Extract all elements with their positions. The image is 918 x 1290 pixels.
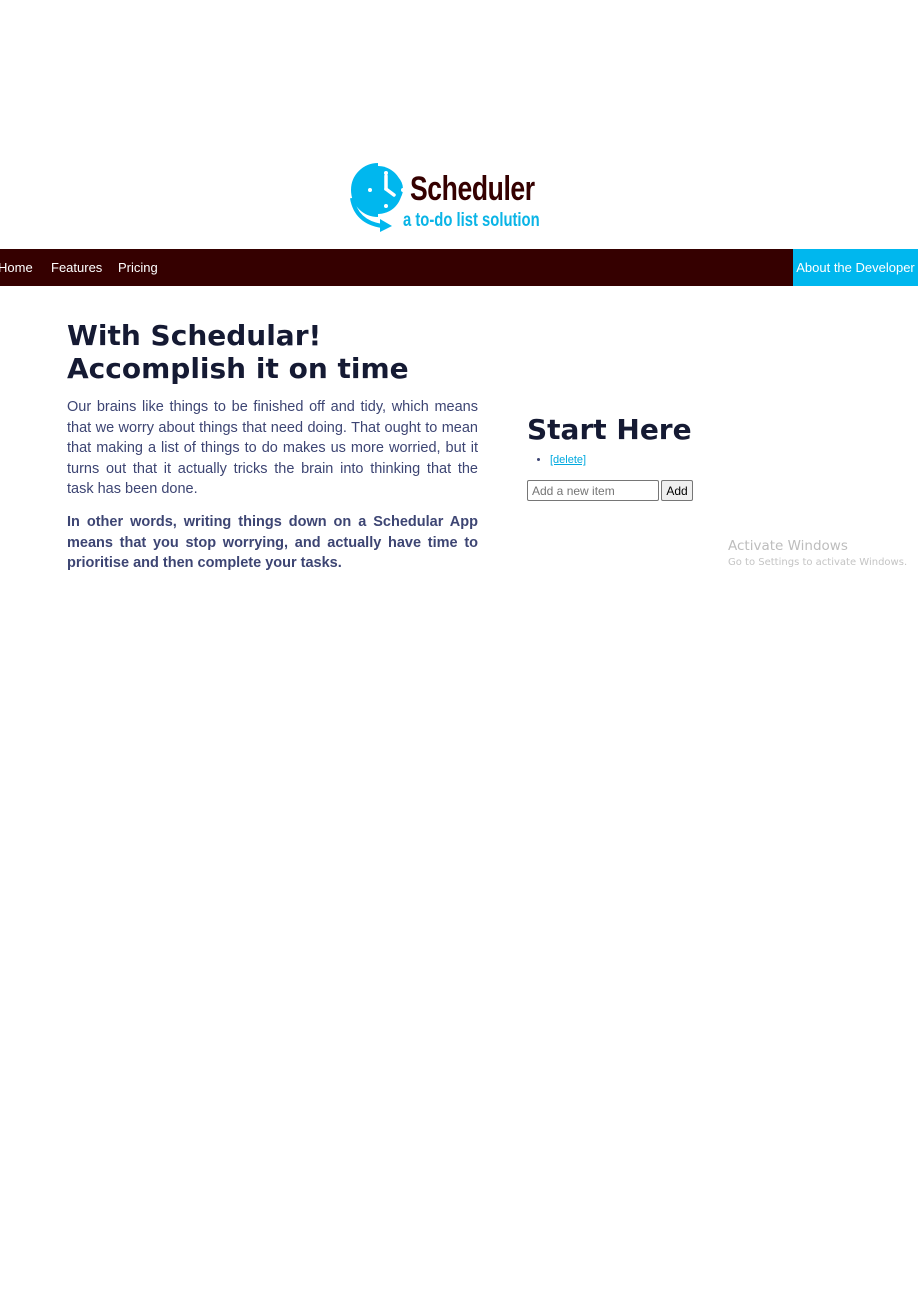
new-item-input[interactable] — [527, 480, 659, 501]
clock-icon — [350, 163, 405, 232]
main-navbar: Home Features Pricing About the Develope… — [0, 249, 918, 286]
hero-paragraph-1: Our brains like things to be finished of… — [67, 399, 478, 498]
logo[interactable]: Scheduler a to-do list solution — [346, 162, 552, 234]
nav-home-link[interactable]: Home — [0, 249, 33, 286]
logo-tagline: a to-do list solution — [403, 210, 540, 231]
hero-title: With Schedular! Accomplish it on time — [67, 319, 409, 385]
todo-title: Start Here — [527, 413, 692, 446]
list-item: [delete] — [550, 452, 586, 468]
add-button[interactable]: Add — [661, 480, 693, 501]
todo-list: [delete] — [527, 452, 586, 468]
nav-pricing-link[interactable]: Pricing — [118, 249, 158, 286]
hero-paragraph-2: In other words, writing things down on a… — [67, 514, 478, 572]
nav-features-link[interactable]: Features — [51, 249, 102, 286]
delete-link[interactable]: [delete] — [550, 454, 586, 466]
page: Scheduler a to-do list solution Home Fea… — [0, 0, 918, 1290]
about-developer-button[interactable]: About the Developer — [793, 249, 918, 286]
logo-title: Scheduler — [410, 170, 535, 208]
activate-windows-subtitle: Go to Settings to activate Windows. — [728, 557, 908, 568]
activate-windows-title: Activate Windows — [728, 538, 848, 554]
